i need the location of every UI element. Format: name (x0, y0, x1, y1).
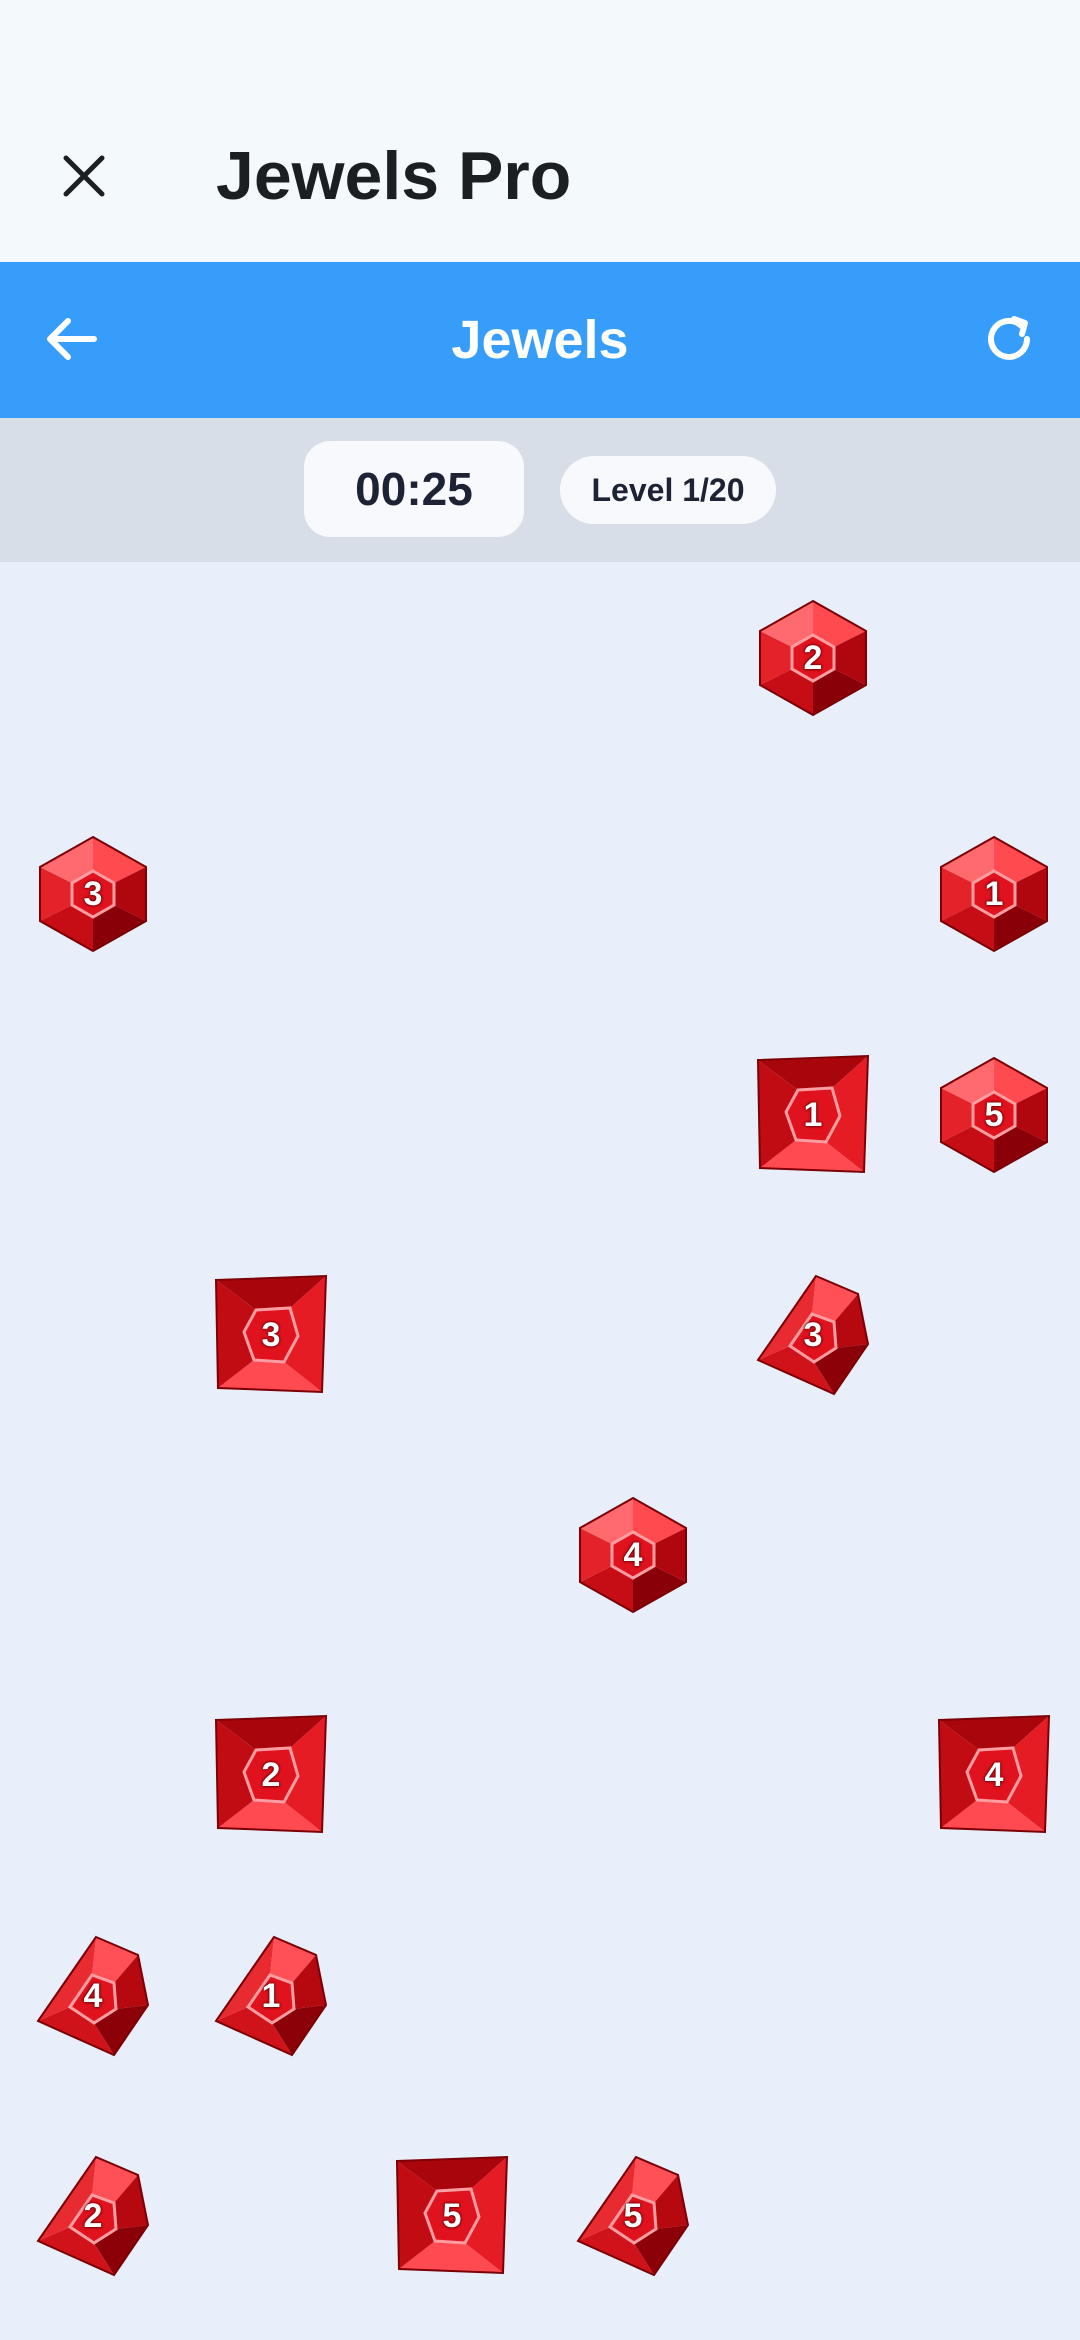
gem-number: 5 (442, 2196, 462, 2235)
close-button[interactable] (52, 144, 116, 208)
gem-number: 2 (261, 1755, 281, 1794)
gem-number: 4 (83, 1976, 103, 2015)
gem-number: 2 (83, 2196, 103, 2235)
refresh-button[interactable] (974, 304, 1044, 374)
gem-tile[interactable]: 2 (754, 597, 872, 719)
gem-tile[interactable]: 1 (754, 1054, 872, 1176)
gem-tile[interactable]: 5 (935, 1054, 1053, 1176)
gem-tile[interactable]: 4 (574, 1494, 692, 1616)
app-header (0, 0, 1080, 262)
gem-tile[interactable]: 2 (34, 2155, 152, 2277)
close-icon (63, 155, 105, 197)
gem-tile[interactable]: 4 (34, 1935, 152, 2057)
gem-number: 1 (803, 1095, 823, 1134)
gem-number: 5 (623, 2196, 643, 2235)
game-board (0, 562, 1080, 2340)
gem-tile[interactable]: 3 (212, 1274, 330, 1396)
timer-display: 00:25 (304, 441, 524, 537)
gem-number: 1 (261, 1976, 281, 2015)
level-badge: Level 1/20 (560, 456, 776, 524)
gem-number: 3 (803, 1315, 823, 1354)
gem-number: 1 (984, 874, 1004, 913)
gem-number: 4 (623, 1535, 643, 1574)
gem-number: 4 (984, 1755, 1004, 1794)
gem-tile[interactable]: 3 (754, 1274, 872, 1396)
nav-title: Jewels (451, 310, 629, 370)
gem-tile[interactable]: 4 (935, 1714, 1053, 1836)
app-title: Jewels Pro (216, 138, 572, 214)
gem-number: 3 (83, 874, 103, 913)
gem-tile[interactable]: 1 (935, 833, 1053, 955)
gem-number: 5 (984, 1095, 1004, 1134)
gem-number: 2 (803, 638, 823, 677)
refresh-icon (988, 316, 1030, 360)
gem-tile[interactable]: 5 (574, 2155, 692, 2277)
gem-tile[interactable]: 5 (393, 2155, 511, 2277)
gem-tile[interactable]: 3 (34, 833, 152, 955)
status-bar (0, 418, 1080, 562)
gem-number: 3 (261, 1315, 281, 1354)
gem-tile[interactable]: 1 (212, 1935, 330, 2057)
gem-tile[interactable]: 2 (212, 1714, 330, 1836)
